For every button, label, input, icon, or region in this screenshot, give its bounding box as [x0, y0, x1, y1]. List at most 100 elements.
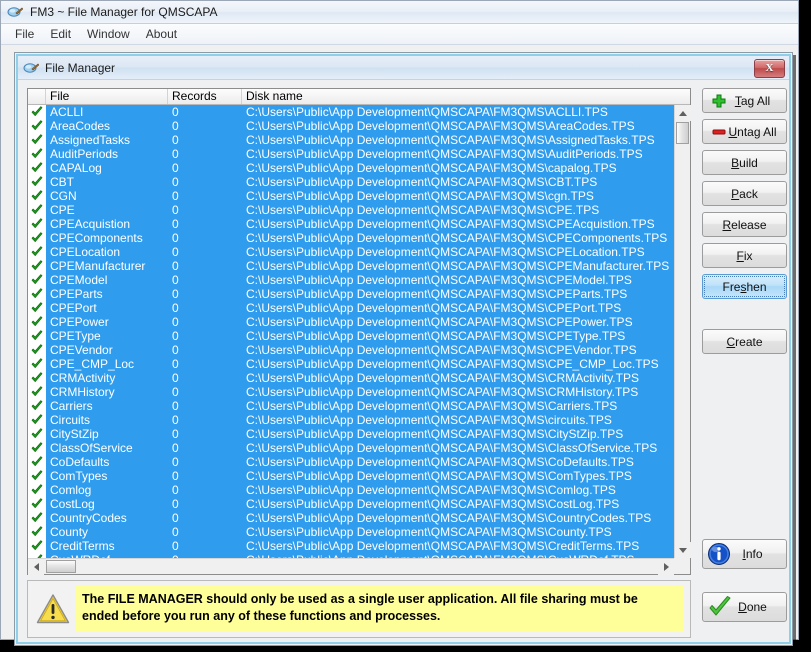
application-titlebar: FM3 ~ File Manager for QMSCAPA	[1, 1, 798, 24]
row-tag-checkbox[interactable]	[28, 399, 46, 413]
fix-button[interactable]: Fix	[702, 243, 787, 268]
close-icon[interactable]: X	[754, 59, 785, 78]
table-row[interactable]: CPE0C:\Users\Public\App Development\QMSC…	[28, 203, 674, 217]
row-tag-checkbox[interactable]	[28, 161, 46, 175]
row-tag-checkbox[interactable]	[28, 133, 46, 147]
column-header-tag[interactable]	[28, 89, 46, 104]
table-row[interactable]: CreditTerms0C:\Users\Public\App Developm…	[28, 539, 674, 553]
scroll-right-button[interactable]	[658, 559, 674, 575]
row-tag-checkbox[interactable]	[28, 315, 46, 329]
row-tag-checkbox[interactable]	[28, 385, 46, 399]
row-tag-checkbox[interactable]	[28, 357, 46, 371]
table-row[interactable]: AreaCodes0C:\Users\Public\App Developmen…	[28, 119, 674, 133]
row-tag-checkbox[interactable]	[28, 455, 46, 469]
row-tag-checkbox[interactable]	[28, 413, 46, 427]
table-row[interactable]: CGN0C:\Users\Public\App Development\QMSC…	[28, 189, 674, 203]
row-tag-checkbox[interactable]	[28, 119, 46, 133]
table-row[interactable]: CostLog0C:\Users\Public\App Development\…	[28, 497, 674, 511]
green-check-icon	[31, 358, 43, 370]
row-tag-checkbox[interactable]	[28, 105, 46, 119]
vertical-scrollbar[interactable]	[674, 105, 690, 558]
row-tag-checkbox[interactable]	[28, 469, 46, 483]
release-button[interactable]: Release	[702, 212, 787, 237]
table-row[interactable]: CPEModel0C:\Users\Public\App Development…	[28, 273, 674, 287]
menu-item-about[interactable]: About	[138, 25, 185, 43]
table-row[interactable]: ComTypes0C:\Users\Public\App Development…	[28, 469, 674, 483]
row-tag-checkbox[interactable]	[28, 203, 46, 217]
table-row[interactable]: ACLLI0C:\Users\Public\App Development\QM…	[28, 105, 674, 119]
table-row[interactable]: CountryCodes0C:\Users\Public\App Develop…	[28, 511, 674, 525]
column-header-file[interactable]: File	[46, 89, 168, 104]
row-tag-checkbox[interactable]	[28, 217, 46, 231]
file-list-rows[interactable]: ACLLI0C:\Users\Public\App Development\QM…	[28, 105, 674, 558]
horizontal-scrollbar-thumb[interactable]	[46, 560, 76, 573]
table-row[interactable]: CPE_CMP_Loc0C:\Users\Public\App Developm…	[28, 357, 674, 371]
file-list-panel[interactable]: File Records Disk name ACLLI0C:\Users\Pu…	[27, 88, 691, 575]
freshen-button[interactable]: Freshen	[702, 274, 787, 299]
row-tag-checkbox[interactable]	[28, 371, 46, 385]
row-tag-checkbox[interactable]	[28, 287, 46, 301]
untag-all-button[interactable]: Untag All	[702, 119, 787, 144]
table-row[interactable]: CRMActivity0C:\Users\Public\App Developm…	[28, 371, 674, 385]
cell-disk-name: C:\Users\Public\App Development\QMSCAPA\…	[242, 133, 674, 147]
table-row[interactable]: County0C:\Users\Public\App Development\Q…	[28, 525, 674, 539]
table-row[interactable]: CAPALog0C:\Users\Public\App Development\…	[28, 161, 674, 175]
green-check-icon	[31, 470, 43, 482]
table-row[interactable]: CPEPower0C:\Users\Public\App Development…	[28, 315, 674, 329]
row-tag-checkbox[interactable]	[28, 441, 46, 455]
row-tag-checkbox[interactable]	[28, 301, 46, 315]
done-button[interactable]: Done	[702, 592, 787, 622]
table-row[interactable]: CoDefaults0C:\Users\Public\App Developme…	[28, 455, 674, 469]
table-row[interactable]: CPEType0C:\Users\Public\App Development\…	[28, 329, 674, 343]
table-row[interactable]: CPEVendor0C:\Users\Public\App Developmen…	[28, 343, 674, 357]
build-button[interactable]: Build	[702, 150, 787, 175]
row-tag-checkbox[interactable]	[28, 329, 46, 343]
menu-item-window[interactable]: Window	[79, 25, 138, 43]
table-row[interactable]: CBT0C:\Users\Public\App Development\QMSC…	[28, 175, 674, 189]
vertical-scrollbar-thumb[interactable]	[676, 122, 689, 144]
table-row[interactable]: CPEComponents0C:\Users\Public\App Develo…	[28, 231, 674, 245]
untag-all-label: Untag All	[728, 125, 776, 139]
table-row[interactable]: CPEPort0C:\Users\Public\App Development\…	[28, 301, 674, 315]
scroll-up-button[interactable]	[675, 105, 691, 121]
row-tag-checkbox[interactable]	[28, 525, 46, 539]
table-row[interactable]: CityStZip0C:\Users\Public\App Developmen…	[28, 427, 674, 441]
create-label: Create	[726, 335, 762, 349]
row-tag-checkbox[interactable]	[28, 273, 46, 287]
cell-records: 0	[168, 385, 242, 399]
table-row[interactable]: CPEParts0C:\Users\Public\App Development…	[28, 287, 674, 301]
row-tag-checkbox[interactable]	[28, 343, 46, 357]
pack-button[interactable]: Pack	[702, 181, 787, 206]
row-tag-checkbox[interactable]	[28, 147, 46, 161]
row-tag-checkbox[interactable]	[28, 427, 46, 441]
scroll-left-button[interactable]	[28, 559, 44, 575]
row-tag-checkbox[interactable]	[28, 245, 46, 259]
table-row[interactable]: CPELocation0C:\Users\Public\App Developm…	[28, 245, 674, 259]
table-row[interactable]: CPEAcquistion0C:\Users\Public\App Develo…	[28, 217, 674, 231]
row-tag-checkbox[interactable]	[28, 539, 46, 553]
tag-all-button[interactable]: Tag All	[702, 88, 787, 113]
horizontal-scrollbar[interactable]	[28, 558, 674, 574]
row-tag-checkbox[interactable]	[28, 483, 46, 497]
table-row[interactable]: CRMHistory0C:\Users\Public\App Developme…	[28, 385, 674, 399]
row-tag-checkbox[interactable]	[28, 259, 46, 273]
row-tag-checkbox[interactable]	[28, 497, 46, 511]
table-row[interactable]: Comlog0C:\Users\Public\App Development\Q…	[28, 483, 674, 497]
table-row[interactable]: CPEManufacturer0C:\Users\Public\App Deve…	[28, 259, 674, 273]
info-button[interactable]: Info	[702, 539, 787, 569]
row-tag-checkbox[interactable]	[28, 231, 46, 245]
row-tag-checkbox[interactable]	[28, 189, 46, 203]
menu-item-file[interactable]: File	[7, 25, 42, 43]
table-row[interactable]: AuditPeriods0C:\Users\Public\App Develop…	[28, 147, 674, 161]
table-row[interactable]: AssignedTasks0C:\Users\Public\App Develo…	[28, 133, 674, 147]
table-row[interactable]: Circuits0C:\Users\Public\App Development…	[28, 413, 674, 427]
row-tag-checkbox[interactable]	[28, 511, 46, 525]
table-row[interactable]: ClassOfService0C:\Users\Public\App Devel…	[28, 441, 674, 455]
create-button[interactable]: Create	[702, 329, 787, 354]
table-row[interactable]: Carriers0C:\Users\Public\App Development…	[28, 399, 674, 413]
menu-item-edit[interactable]: Edit	[42, 25, 79, 43]
row-tag-checkbox[interactable]	[28, 175, 46, 189]
column-header-disk-name[interactable]: Disk name	[242, 89, 690, 104]
column-header-records[interactable]: Records	[168, 89, 242, 104]
scroll-down-button[interactable]	[675, 542, 691, 558]
